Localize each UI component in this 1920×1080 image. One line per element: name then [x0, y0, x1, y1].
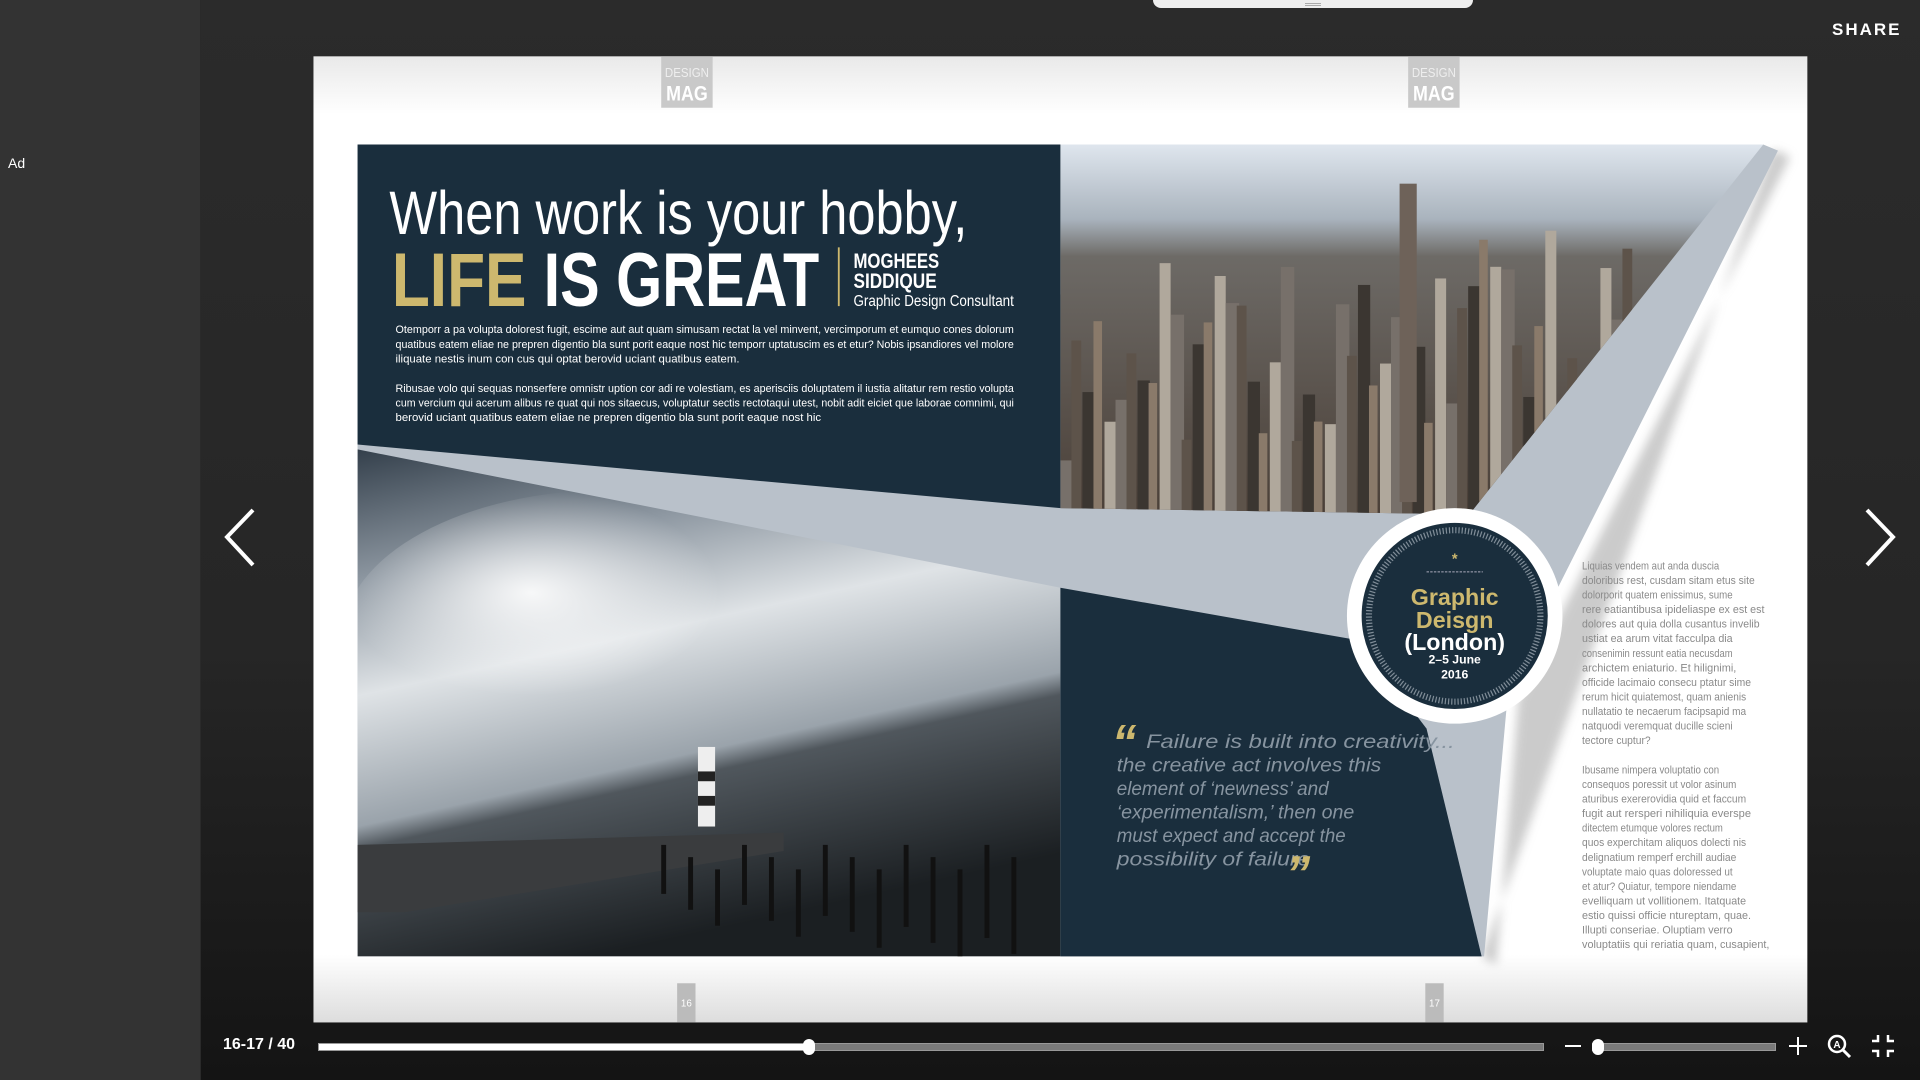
zoom-in-button[interactable]	[1788, 1036, 1808, 1056]
svg-text:A: A	[1833, 1040, 1840, 1051]
zoom-slider[interactable]	[1592, 1039, 1776, 1055]
page-slider-fill	[319, 1044, 809, 1050]
page-slider-thumb[interactable]	[802, 1039, 815, 1055]
viewer-area	[201, 0, 1920, 1080]
page-slider[interactable]	[318, 1039, 1544, 1055]
grip-icon	[1305, 3, 1321, 6]
previous-page-arrow-icon[interactable]	[215, 505, 265, 570]
ad-sidebar: Ad	[0, 0, 201, 1080]
next-page-arrow-icon[interactable]	[1855, 505, 1905, 570]
zoom-out-button[interactable]	[1563, 1036, 1583, 1056]
page-indicator: 16-17 / 40	[223, 1036, 296, 1053]
top-drawer-handle[interactable]	[1153, 0, 1473, 8]
zoom-magnifier-icon[interactable]: A	[1826, 1033, 1852, 1059]
exit-fullscreen-icon[interactable]	[1870, 1033, 1896, 1059]
share-button[interactable]: SHARE	[1832, 20, 1902, 40]
ad-label: Ad	[8, 155, 26, 171]
zoom-slider-thumb[interactable]	[1592, 1039, 1605, 1055]
